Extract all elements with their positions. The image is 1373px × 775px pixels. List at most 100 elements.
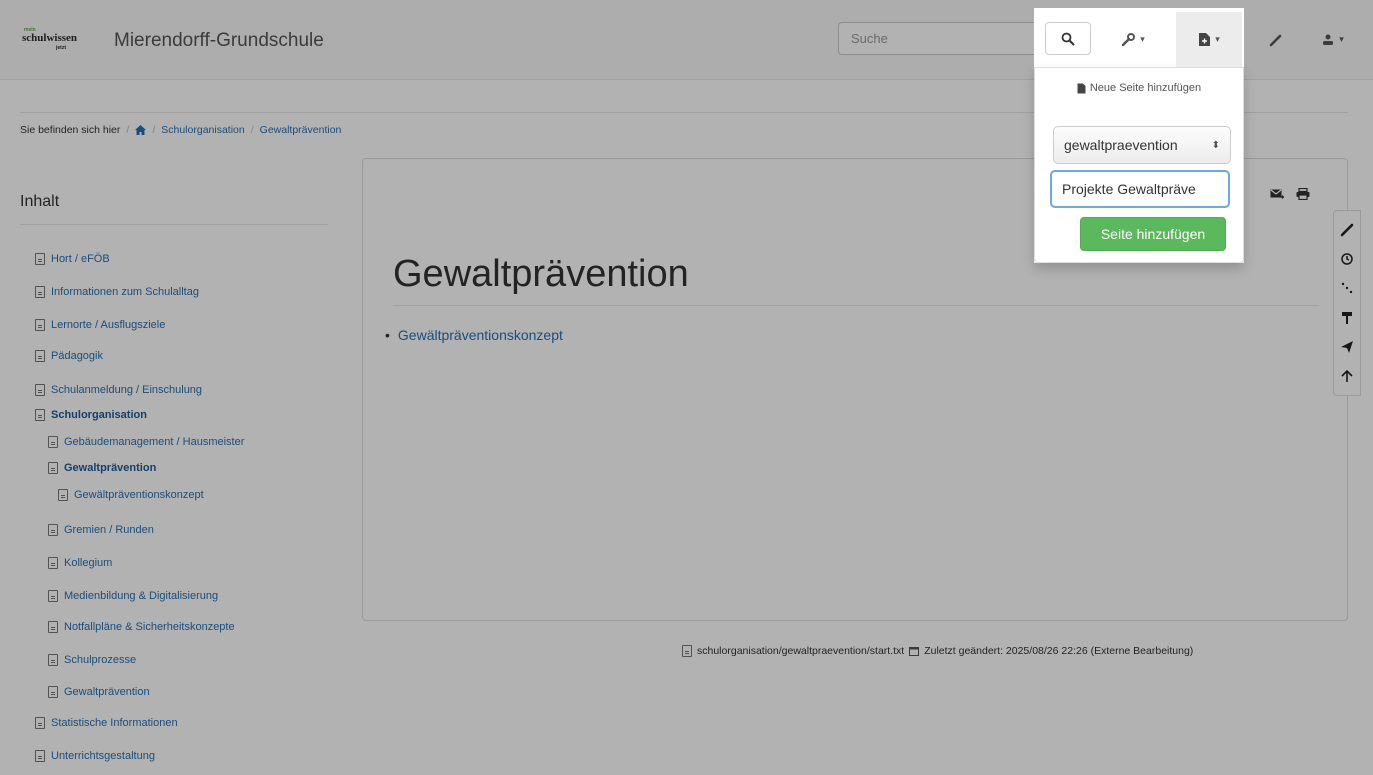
breadcrumb-link-gewaltpraevention[interactable]: Gewaltprävention (260, 124, 342, 136)
pencil-icon (1269, 34, 1282, 46)
page-info: schulorganisation/gewaltpraevention/star… (682, 645, 1193, 657)
wrench-icon (1122, 32, 1136, 46)
divider (393, 305, 1319, 306)
select-arrows-icon: ⬍ (1211, 139, 1220, 151)
paint-roller-icon[interactable] (1340, 311, 1354, 325)
document-icon (48, 686, 58, 698)
document-icon (35, 717, 45, 729)
sidebar-item-gewaltpraevention-current[interactable]: Gewaltprävention (48, 462, 156, 474)
document-icon (682, 645, 692, 657)
sidebar-item-gewaltpraevention[interactable]: Gewaltprävention (48, 686, 150, 698)
calendar-icon (909, 647, 920, 656)
sidebar-item-gebaeudemanagement[interactable]: Gebäudemanagement / Hausmeister (48, 436, 244, 448)
content-list: • Gewältpräventionskonzept (385, 327, 563, 343)
sidebar-item-label: Schulanmeldung / Einschulung (51, 384, 203, 396)
list-bullet: • (385, 327, 390, 343)
page-tools-sidebar (1333, 210, 1361, 396)
sidebar-item-label: Schulorganisation (51, 409, 147, 421)
breadcrumb-separator: / (126, 124, 130, 136)
document-icon (35, 409, 45, 421)
add-page-button[interactable]: Seite hinzufügen (1080, 217, 1226, 251)
breadcrumb-separator: / (250, 124, 254, 136)
logo-main-text: schulwissen (22, 32, 78, 44)
sidebar-item-label: Hort / eFÖB (51, 253, 110, 265)
document-icon (35, 319, 45, 331)
history-icon[interactable] (1340, 252, 1354, 266)
tools-menu-raised[interactable]: ▾ (1105, 12, 1160, 67)
dropdown-header-text: Neue Seite hinzufügen (1089, 82, 1202, 94)
send-icon[interactable] (1340, 340, 1354, 354)
sidebar-item-gewaltpraeventionskonzept[interactable]: Gewältpräventionskonzept (58, 489, 204, 501)
breadcrumb-link-schulorganisation[interactable]: Schulorganisation (161, 124, 244, 136)
schulwissen-logo[interactable]: mein schulwissen jetzt (22, 27, 84, 55)
page-actions (1270, 188, 1310, 200)
sidebar-item-label: Lernorte / Ausflugsziele (51, 319, 166, 331)
sidebar-item-medienbildung[interactable]: Medienbildung & Digitalisierung (48, 590, 218, 602)
namespace-select[interactable]: gewaltpraevention ⬍ (1053, 126, 1231, 164)
sidebar-item-label: Schulprozesse (64, 654, 137, 666)
sidebar-item-schulalltag[interactable]: Informationen zum Schulalltag (35, 286, 199, 298)
document-icon (48, 590, 58, 602)
sidebar-item-schulanmeldung[interactable]: Schulanmeldung / Einschulung (35, 384, 202, 396)
sidebar-item-label: Gewaltprävention (64, 686, 150, 698)
sidebar-item-label: Informationen zum Schulalltag (51, 286, 199, 298)
sidebar-item-label: Gewältpräventionskonzept (74, 489, 204, 501)
sidebar-item-label: Kollegium (64, 557, 113, 569)
search-button[interactable] (1045, 22, 1091, 55)
sidebar-item-schulorganisation[interactable]: Schulorganisation (35, 409, 147, 421)
page-name-input[interactable] (1050, 170, 1230, 208)
print-icon[interactable] (1296, 188, 1310, 200)
page-add-icon (1199, 33, 1211, 46)
sidebar-item-label: Unterrichtsgestaltung (51, 750, 155, 762)
sidebar-item-notfallplaene[interactable]: Notfallpläne & Sicherheitskonzepte (48, 621, 235, 633)
document-icon (35, 384, 45, 396)
sidebar-item-label: Notfallpläne & Sicherheitskonzepte (64, 621, 235, 633)
home-icon[interactable] (135, 125, 147, 135)
sidebar-item-label: Statistische Informationen (51, 717, 178, 729)
namespace-select-value: gewaltpraevention (1064, 137, 1178, 153)
sidebar-item-gremien[interactable]: Gremien / Runden (48, 524, 154, 536)
chevron-down-icon: ▾ (1339, 34, 1344, 44)
sidebar-title: Inhalt (20, 193, 60, 210)
sidebar-item-schulprozesse[interactable]: Schulprozesse (48, 654, 136, 666)
user-menu[interactable]: ▾ (1305, 12, 1360, 67)
breadcrumb-separator: / (152, 124, 156, 136)
sidebar-item-hort[interactable]: Hort / eFÖB (35, 253, 110, 265)
document-icon (48, 524, 58, 536)
document-icon (58, 489, 68, 501)
pencil-icon[interactable] (1340, 223, 1354, 237)
sidebar-item-statistische-informationen[interactable]: Statistische Informationen (35, 717, 178, 729)
page-title: Gewaltprävention (393, 253, 689, 295)
search-input[interactable] (838, 22, 1038, 55)
dropdown-header: Neue Seite hinzufügen (1035, 82, 1243, 94)
new-page-dropdown: Neue Seite hinzufügen gewaltpraevention … (1034, 67, 1244, 263)
document-icon (48, 654, 58, 666)
last-modified: Zuletzt geändert: 2025/08/26 22:26 (Exte… (924, 645, 1194, 657)
document-icon (48, 557, 58, 569)
sidebar-item-label: Gebäudemanagement / Hausmeister (64, 436, 245, 448)
document-icon (35, 350, 45, 362)
divider (20, 224, 328, 225)
breadcrumb: Sie befinden sich hier / / Schulorganisa… (20, 124, 341, 136)
page-menu[interactable]: ▾ (1176, 12, 1242, 67)
content-link-konzept[interactable]: Gewältpräventionskonzept (398, 327, 563, 343)
search-icon (1061, 32, 1075, 45)
document-icon (48, 436, 58, 448)
sidebar-item-label: Pädagogik (51, 350, 103, 362)
brand[interactable]: mein schulwissen jetzt Mierendorff-Grund… (22, 26, 324, 56)
sidebar-item-label: Gewaltprävention (64, 462, 157, 474)
document-icon (48, 462, 58, 474)
sidebar-item-kollegium[interactable]: Kollegium (48, 557, 112, 569)
breadcrumb-prefix: Sie befinden sich hier (20, 124, 121, 136)
site-title[interactable]: Mierendorff-Grundschule (114, 30, 324, 52)
sidebar-item-paedagogik[interactable]: Pädagogik (35, 350, 103, 362)
edit-page-button[interactable] (1256, 12, 1296, 67)
arrow-up-icon[interactable] (1340, 369, 1354, 383)
sidebar-item-label: Medienbildung & Digitalisierung (64, 590, 219, 602)
backlinks-icon[interactable] (1340, 281, 1354, 295)
mail-icon[interactable] (1270, 188, 1284, 200)
sidebar-item-unterrichtsgestaltung[interactable]: Unterrichtsgestaltung (35, 750, 155, 762)
sidebar-item-lernorte[interactable]: Lernorte / Ausflugsziele (35, 319, 165, 331)
document-icon (35, 750, 45, 762)
page-add-icon (1077, 83, 1086, 93)
